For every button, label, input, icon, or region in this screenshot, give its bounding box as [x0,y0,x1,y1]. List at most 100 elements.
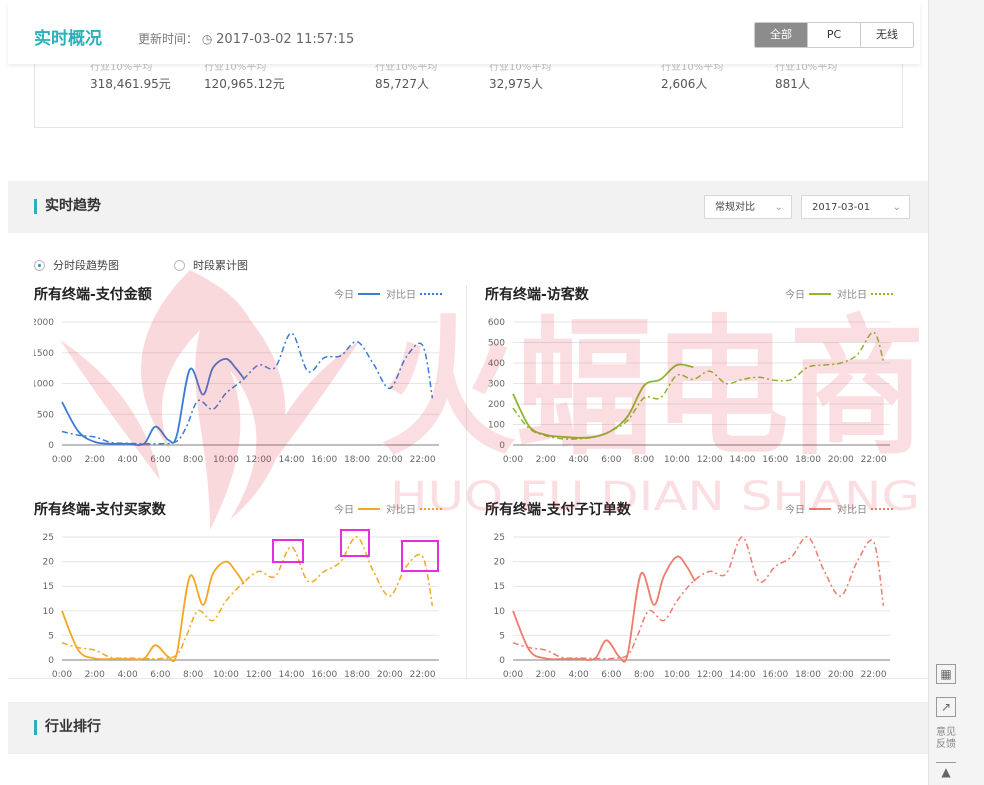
back-to-top-icon: ▲ [936,762,956,782]
y-tick-label: 15 [43,582,54,592]
x-tick-label: 4:00 [568,455,588,465]
x-tick-label: 4:00 [568,670,588,680]
x-tick-label: 0:00 [52,670,72,680]
update-time-value: 2017-03-02 11:57:15 [216,32,355,47]
share-button[interactable]: ↗ [935,697,957,717]
y-tick-label: 400 [488,359,505,369]
metric-item: 行业10%平均 120,965.12元 [204,64,285,92]
radio-cumulative[interactable]: 时段累计图 [174,257,248,273]
update-time: 更新时间： ◷ 2017-03-02 11:57:15 [138,30,354,47]
share-icon: ↗ [936,697,956,717]
metric-value: 881人 [775,77,810,91]
metric-label: 行业10%平均 [775,64,838,72]
metric-value: 2,606人 [661,77,708,91]
series-compare-line [512,331,885,440]
compare-select[interactable]: 常规对比 ⌄ [704,195,792,219]
metric-value: 85,727人 [375,77,429,91]
tab-all[interactable]: 全部 [755,23,807,47]
qrcode-button[interactable]: ▦ [935,664,957,684]
metric-item: 行业10%平均 2,606人 [661,64,723,92]
metric-item: 行业10%平均 85,727人 [375,64,437,92]
update-time-label: 更新时间： [138,32,199,46]
clock-icon: ◷ [201,32,213,46]
x-tick-label: 12:00 [246,455,272,465]
y-tick-label: 5 [499,631,505,641]
x-tick-label: 14:00 [279,670,305,680]
x-tick-label: 14:00 [730,455,756,465]
chart-pay-amount: 所有终端-支付金额 今日 对比日 05001000150020000:002:0… [34,284,456,474]
x-tick-label: 16:00 [311,670,337,680]
y-tick-label: 20 [43,558,55,568]
rank-content [8,754,928,785]
x-tick-label: 14:00 [730,670,756,680]
x-tick-label: 16:00 [762,455,788,465]
y-tick-label: 1500 [34,349,54,359]
x-tick-label: 12:00 [246,670,272,680]
metric-value: 120,965.12元 [204,77,285,91]
y-tick-label: 10 [43,607,55,617]
x-tick-label: 10:00 [664,455,690,465]
main-content: 实时概况 更新时间： ◷ 2017-03-02 11:57:15 全部 PC 无… [0,0,928,785]
chart-sub-orders: 所有终端-支付子订单数 今日 对比日 0 5 10 15 20 25 0:00 2:00 4:0… [485,499,907,689]
x-tick-label: 12:00 [697,455,723,465]
highlight-box-2200 [401,540,439,572]
radio-unchecked-icon [174,259,185,271]
chevron-down-icon: ⌄ [892,202,901,213]
x-tick-label: 0:00 [503,455,523,465]
x-tick-label: 14:00 [279,455,305,465]
y-tick-label: 600 [488,318,505,328]
x-tick-label: 6:00 [150,455,170,465]
qrcode-icon: ▦ [936,664,956,684]
feedback-label: 意见反馈 [936,727,956,750]
x-tick-label: 4:00 [117,670,137,680]
x-tick-label: 22:00 [861,455,887,465]
series-today-line [512,363,694,439]
x-tick-label: 6:00 [601,670,621,680]
radio-checked-icon [34,259,45,271]
x-tick-label: 0:00 [503,670,523,680]
trend-section-title: 实时趋势 [34,199,101,214]
date-select[interactable]: 2017-03-01 ⌄ [801,195,910,219]
tab-wireless[interactable]: 无线 [860,23,913,47]
x-tick-label: 10:00 [213,670,239,680]
x-tick-label: 22:00 [410,670,436,680]
y-tick-label: 5 [48,631,54,641]
y-tick-label: 1000 [34,380,54,390]
x-tick-label: 2:00 [536,670,556,680]
x-tick-label: 6:00 [601,455,621,465]
highlight-box-1400 [272,539,304,563]
feedback-button[interactable]: 意见反馈 [935,727,957,751]
x-tick-label: 6:00 [150,670,170,680]
series-compare-line [61,332,434,445]
metric-label: 行业10%平均 [661,64,724,72]
x-tick-label: 20:00 [828,670,854,680]
metric-value: 32,975人 [489,77,543,91]
metric-label: 行业10%平均 [90,64,153,72]
series-compare-line [61,536,434,660]
y-tick-label: 15 [494,582,505,592]
compare-select-value: 常规对比 [715,202,755,213]
page-title: 实时概况 [34,29,102,49]
x-tick-label: 18:00 [344,455,370,465]
x-tick-label: 20:00 [828,455,854,465]
y-tick-label: 200 [488,400,505,410]
x-tick-label: 18:00 [795,455,821,465]
x-tick-label: 8:00 [634,670,654,680]
x-tick-label: 2:00 [85,455,105,465]
chart-plot: 0 5 10 15 20 25 0:00 2:00 4:00 6:00 8:00 10:00 12:00… [494,533,890,680]
x-tick-label: 10:00 [664,670,690,680]
radio-interval-trend[interactable]: 分时段趋势图 [34,257,119,273]
highlight-box-1800 [340,529,370,557]
x-tick-label: 4:00 [117,455,137,465]
metric-item: 行业10%平均 32,975人 [489,64,551,92]
y-tick-label: 100 [488,421,505,431]
series-today-line [61,357,245,446]
x-tick-label: 12:00 [697,670,723,680]
x-tick-label: 22:00 [861,670,887,680]
back-to-top-button[interactable]: ▲ [935,762,957,782]
y-tick-label: 500 [37,410,54,420]
tab-pc[interactable]: PC [807,23,860,47]
x-tick-label: 22:00 [410,455,436,465]
trend-section-bar: 实时趋势 常规对比 ⌄ 2017-03-01 ⌄ [8,181,928,233]
x-tick-label: 8:00 [183,455,203,465]
